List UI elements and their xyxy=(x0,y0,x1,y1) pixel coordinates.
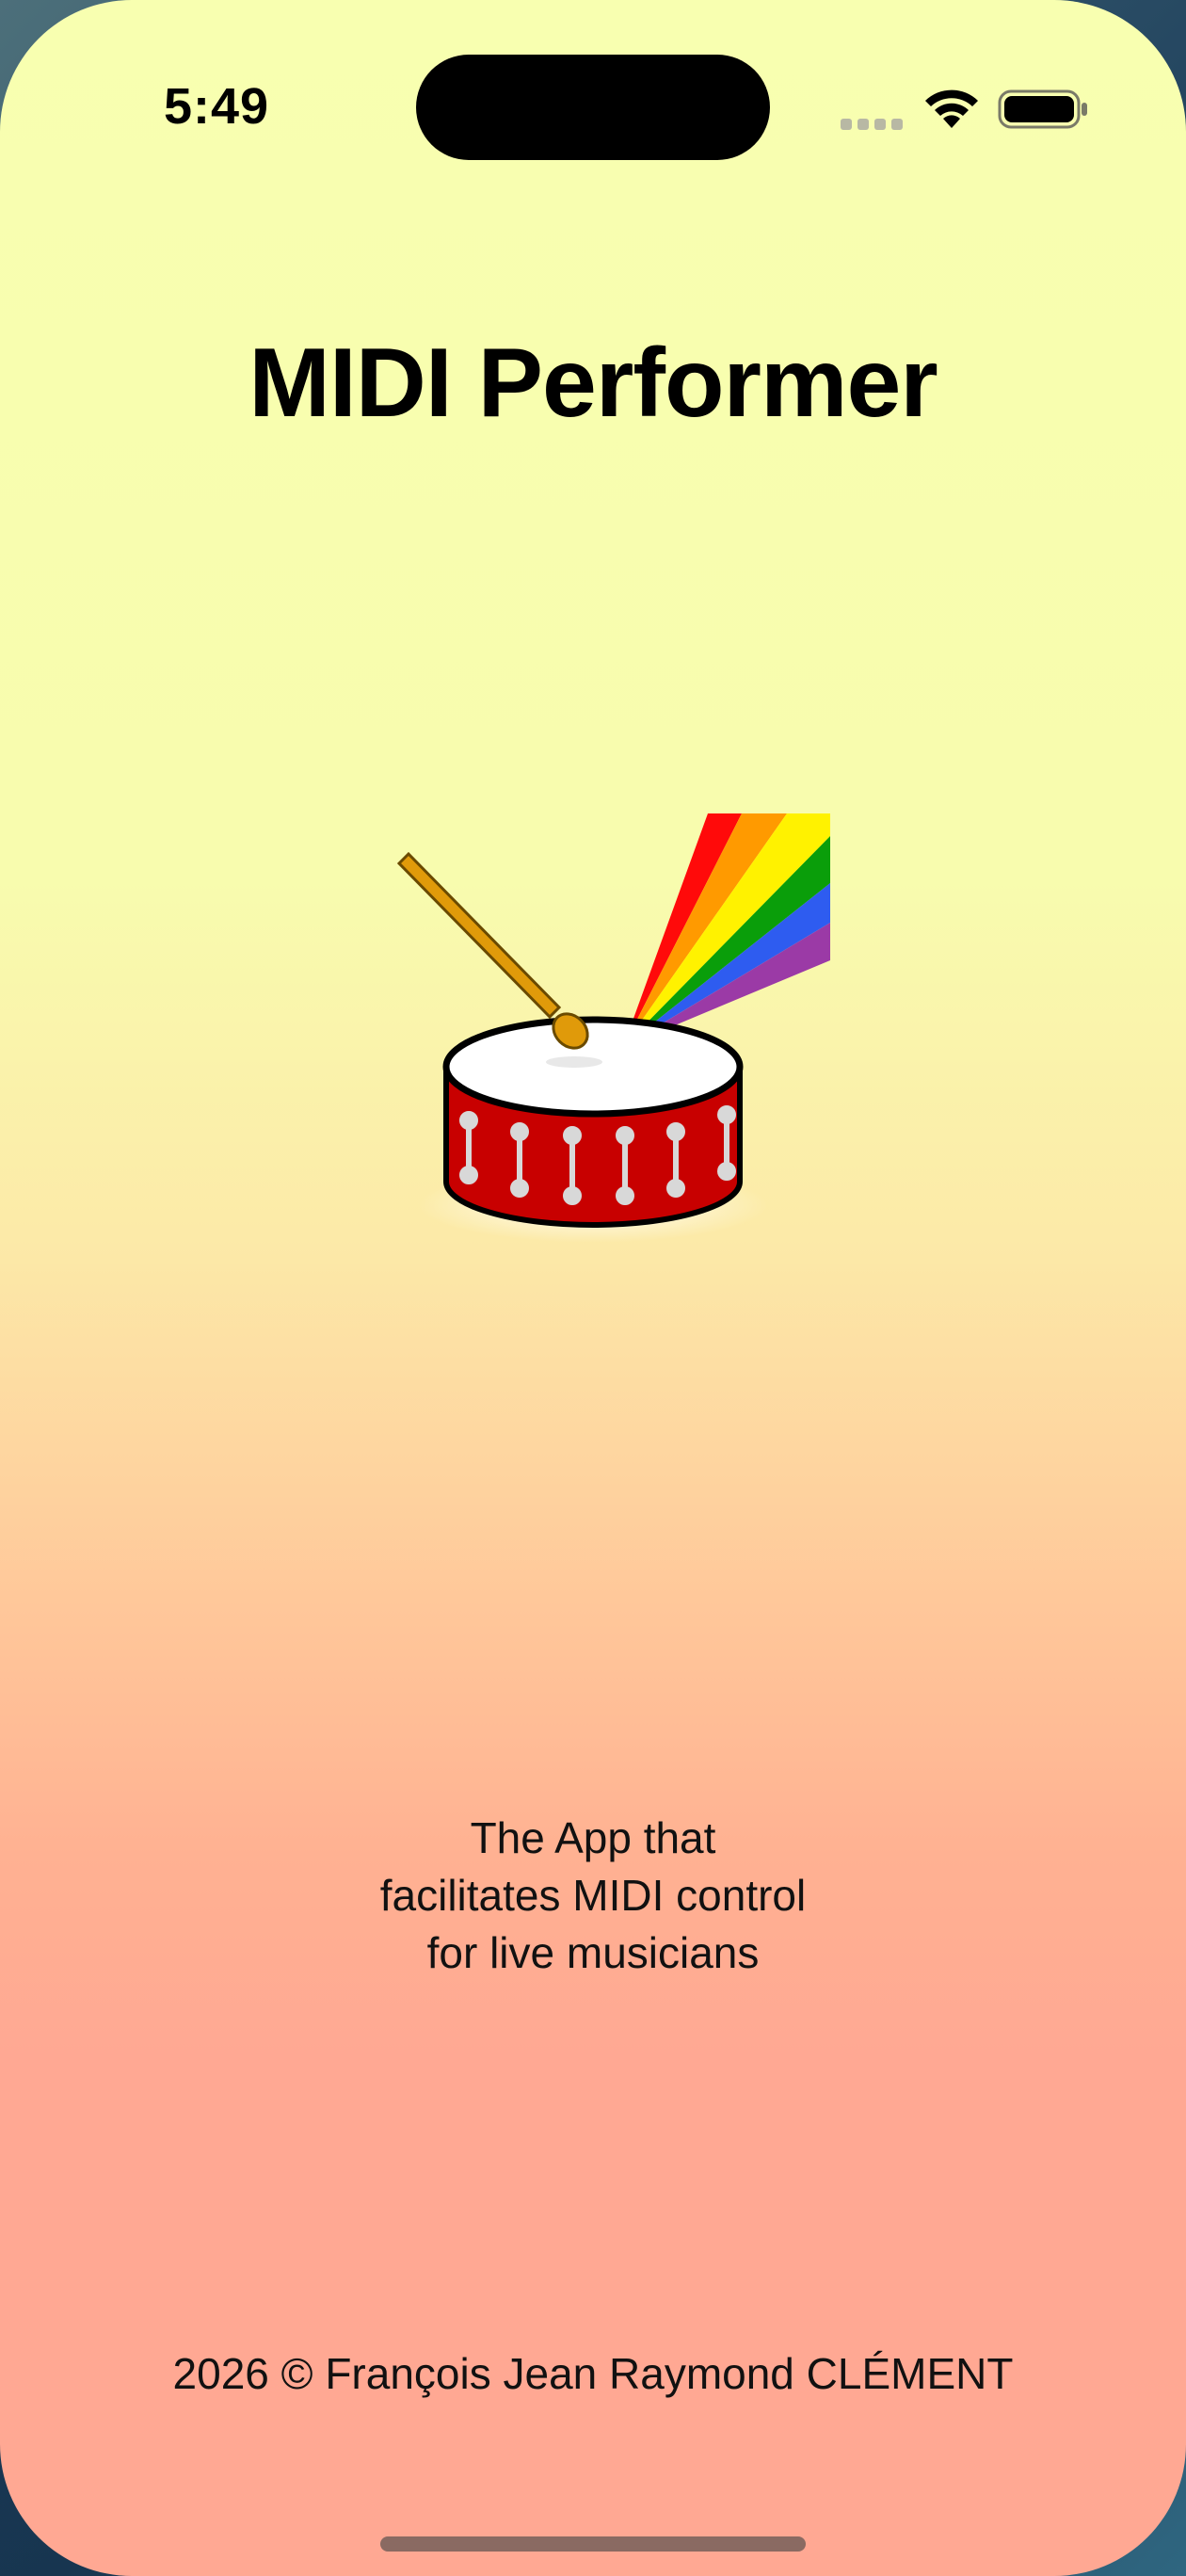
app-tagline: The App that facilitates MIDI control fo… xyxy=(0,1810,1186,1982)
status-time: 5:49 xyxy=(164,78,270,135)
cellular-signal-icon xyxy=(841,117,905,130)
wifi-icon xyxy=(925,89,978,128)
home-indicator[interactable] xyxy=(380,2536,806,2552)
drum-with-rainbow-logo xyxy=(396,813,830,1243)
battery-icon xyxy=(998,89,1087,129)
drum-icon xyxy=(442,1016,744,1228)
dynamic-island xyxy=(416,55,770,160)
splash-screen: 5:49 MIDI Performer The App that facilit… xyxy=(0,0,1186,2576)
tagline-line: facilitates MIDI control xyxy=(379,1871,807,1920)
rainbow-beam-icon xyxy=(623,813,830,1047)
tagline-line: The App that xyxy=(470,1813,716,1862)
copyright-notice: 2026 © François Jean Raymond CLÉMENT xyxy=(172,2349,1014,2398)
tagline-line: for live musicians xyxy=(426,1928,760,1977)
app-title: MIDI Performer xyxy=(248,329,938,438)
drumstick-icon xyxy=(396,851,589,1050)
